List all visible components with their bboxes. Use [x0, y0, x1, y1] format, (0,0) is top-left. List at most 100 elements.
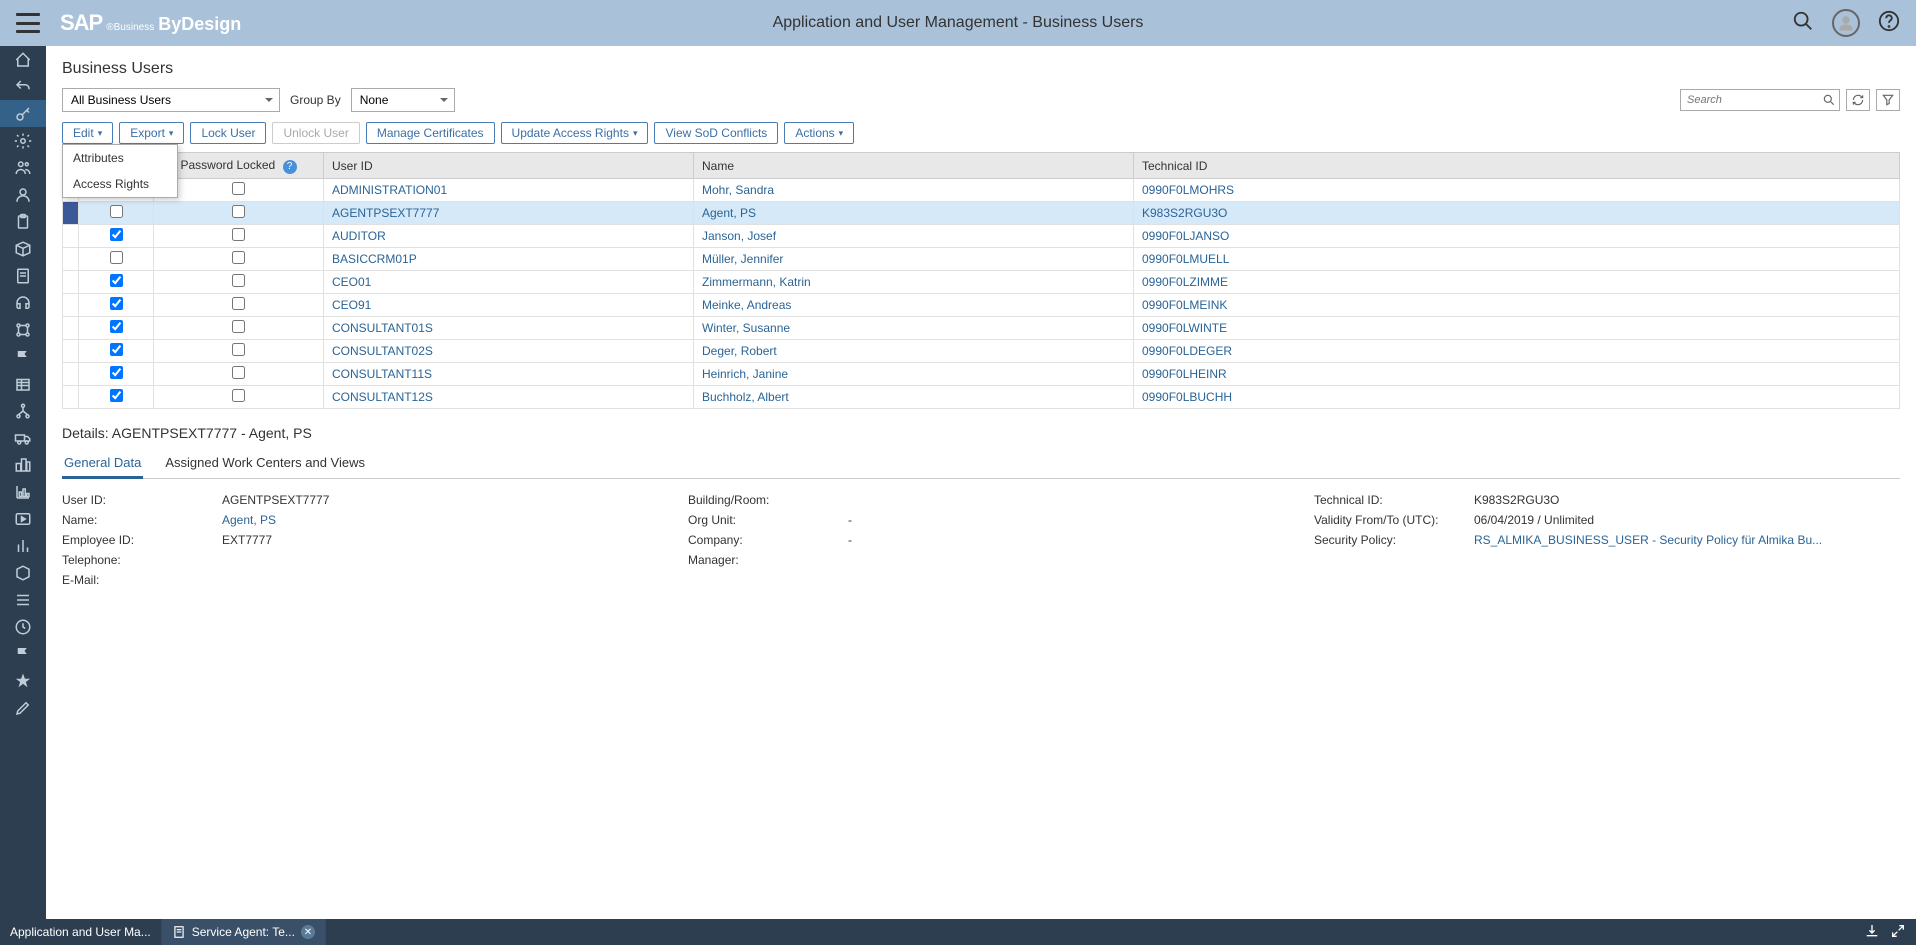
sidebar-pencil-icon[interactable]	[0, 694, 46, 721]
user-id-link[interactable]: CONSULTANT11S	[332, 367, 432, 381]
sidebar-back-icon[interactable]	[0, 73, 46, 100]
row-indicator[interactable]	[63, 202, 79, 225]
technical-id-link[interactable]: 0990F0LWINTE	[1142, 321, 1227, 335]
edit-menu-access-rights[interactable]: Access Rights	[63, 171, 177, 197]
user-id-link[interactable]: BASICCRM01P	[332, 252, 417, 266]
password-locked-checkbox[interactable]	[232, 389, 245, 402]
update-access-rights-button[interactable]: Update Access Rights▾	[501, 122, 649, 144]
edit-menu-attributes[interactable]: Attributes	[63, 145, 177, 171]
table-row[interactable]: CONSULTANT11S Heinrich, Janine 0990F0LHEIN…	[63, 363, 1900, 386]
logo[interactable]: SAP ®Business ByDesign	[60, 10, 241, 36]
sidebar-cube-icon[interactable]	[0, 559, 46, 586]
table-row[interactable]: BASICCRM01P Müller, Jennifer 0990F0LMUELL	[63, 248, 1900, 271]
row-indicator[interactable]	[63, 317, 79, 340]
password-locked-checkbox[interactable]	[232, 205, 245, 218]
filter-select[interactable]: All Business Users	[62, 88, 280, 112]
row-indicator[interactable]	[63, 271, 79, 294]
password-locked-checkbox[interactable]	[232, 366, 245, 379]
row-indicator[interactable]	[63, 248, 79, 271]
table-row[interactable]: CONSULTANT02S Deger, Robert 0990F0LDEGER	[63, 340, 1900, 363]
technical-id-link[interactable]: 0990F0LMUELL	[1142, 252, 1229, 266]
table-row[interactable]: ADMINISTRATION01Mohr, Sandra0990F0LMOHRS	[63, 179, 1900, 202]
user-id-link[interactable]: CEO91	[332, 298, 371, 312]
filter-button[interactable]	[1876, 89, 1900, 111]
sidebar-flag-icon[interactable]	[0, 640, 46, 667]
search-input[interactable]	[1680, 89, 1840, 111]
sidebar-building-icon[interactable]	[0, 370, 46, 397]
sidebar-doc-icon[interactable]	[0, 262, 46, 289]
user-avatar[interactable]	[1832, 9, 1860, 37]
user-id-link[interactable]: CEO01	[332, 275, 371, 289]
name-link[interactable]: Agent, PS	[702, 206, 756, 220]
sidebar-city-icon[interactable]	[0, 451, 46, 478]
name-link[interactable]: Mohr, Sandra	[702, 183, 774, 197]
locked-checkbox[interactable]	[110, 389, 123, 402]
locked-checkbox[interactable]	[110, 228, 123, 241]
name-link[interactable]: Buchholz, Albert	[702, 390, 789, 404]
col-technical-id[interactable]: Technical ID	[1134, 153, 1900, 179]
download-icon[interactable]	[1864, 923, 1880, 942]
sidebar-clipboard-icon[interactable]	[0, 208, 46, 235]
locked-checkbox[interactable]	[110, 366, 123, 379]
sidebar-box-icon[interactable]	[0, 235, 46, 262]
name-link[interactable]: Meinke, Andreas	[702, 298, 791, 312]
sidebar-star-icon[interactable]	[0, 667, 46, 694]
name-link[interactable]: Deger, Robert	[702, 344, 777, 358]
table-row[interactable]: CEO91 Meinke, Andreas 0990F0LMEINK	[63, 294, 1900, 317]
technical-id-link[interactable]: 0990F0LZIMME	[1142, 275, 1228, 289]
technical-id-link[interactable]: 0990F0LBUCHH	[1142, 390, 1232, 404]
user-id-link[interactable]: AUDITOR	[332, 229, 386, 243]
help-icon[interactable]	[1878, 10, 1900, 37]
row-indicator[interactable]	[63, 225, 79, 248]
search-icon[interactable]	[1792, 10, 1814, 37]
technical-id-link[interactable]: 0990F0LHEINR	[1142, 367, 1227, 381]
row-indicator[interactable]	[63, 386, 79, 409]
password-locked-checkbox[interactable]	[232, 251, 245, 264]
export-button[interactable]: Export▾	[119, 122, 184, 144]
lock-user-button[interactable]: Lock User	[190, 122, 266, 144]
user-id-link[interactable]: CONSULTANT12S	[332, 390, 433, 404]
name-link[interactable]: Heinrich, Janine	[702, 367, 788, 381]
group-by-select[interactable]: None	[351, 88, 455, 112]
technical-id-link[interactable]: 0990F0LMOHRS	[1142, 183, 1234, 197]
name-link[interactable]: Müller, Jennifer	[702, 252, 783, 266]
manage-certificates-button[interactable]: Manage Certificates	[366, 122, 495, 144]
user-id-link[interactable]: CONSULTANT01S	[332, 321, 433, 335]
menu-icon[interactable]	[16, 13, 40, 33]
task-tab-1[interactable]: Application and User Ma...	[0, 919, 162, 945]
refresh-button[interactable]	[1846, 89, 1870, 111]
close-icon[interactable]: ✕	[301, 925, 315, 939]
sidebar-home-icon[interactable]	[0, 46, 46, 73]
sidebar-flag2-icon[interactable]	[0, 343, 46, 370]
sidebar-org-icon[interactable]	[0, 397, 46, 424]
help-icon[interactable]: ?	[283, 160, 297, 174]
row-indicator[interactable]	[63, 340, 79, 363]
technical-id-link[interactable]: 0990F0LJANSO	[1142, 229, 1229, 243]
col-user-id[interactable]: User ID	[324, 153, 694, 179]
edit-button[interactable]: Edit▾	[62, 122, 113, 144]
col-password-locked[interactable]: Password Locked ?	[154, 153, 324, 179]
locked-checkbox[interactable]	[110, 297, 123, 310]
sidebar-truck-icon[interactable]	[0, 424, 46, 451]
expand-icon[interactable]	[1890, 923, 1906, 942]
locked-checkbox[interactable]	[110, 320, 123, 333]
sidebar-list-icon[interactable]	[0, 586, 46, 613]
sidebar-play-icon[interactable]	[0, 505, 46, 532]
technical-id-link[interactable]: 0990F0LDEGER	[1142, 344, 1232, 358]
task-tab-2[interactable]: Service Agent: Te... ✕	[162, 919, 326, 945]
actions-button[interactable]: Actions▾	[784, 122, 854, 144]
user-id-link[interactable]: CONSULTANT02S	[332, 344, 433, 358]
row-indicator[interactable]	[63, 363, 79, 386]
table-row[interactable]: CONSULTANT12S Buchholz, Albert 0990F0LBUCH…	[63, 386, 1900, 409]
user-id-link[interactable]: AGENTPSEXT7777	[332, 206, 439, 220]
technical-id-link[interactable]: 0990F0LMEINK	[1142, 298, 1227, 312]
password-locked-checkbox[interactable]	[232, 182, 245, 195]
value-security-policy[interactable]: RS_ALMIKA_BUSINESS_USER - Security Polic…	[1474, 533, 1822, 547]
view-sod-button[interactable]: View SoD Conflicts	[654, 122, 778, 144]
password-locked-checkbox[interactable]	[232, 228, 245, 241]
row-indicator[interactable]	[63, 294, 79, 317]
table-row[interactable]: CEO01Zimmermann, Katrin0990F0LZIMME	[63, 271, 1900, 294]
locked-checkbox[interactable]	[110, 251, 123, 264]
name-link[interactable]: Janson, Josef	[702, 229, 776, 243]
sidebar-headset-icon[interactable]	[0, 289, 46, 316]
